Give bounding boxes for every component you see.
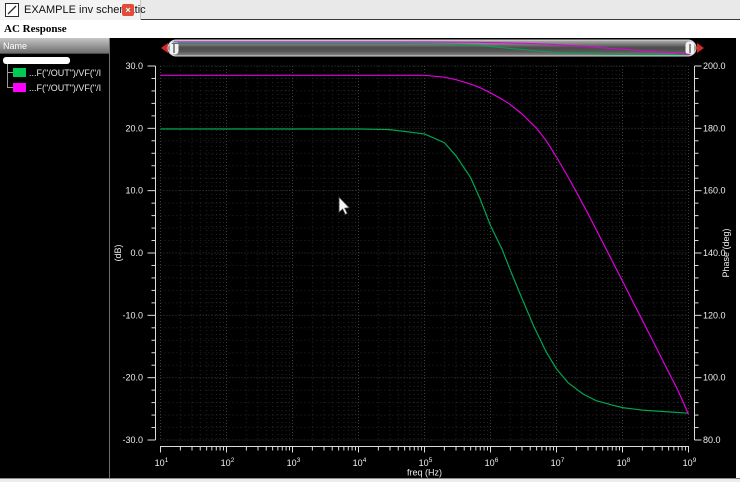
tab-bar: EXAMPLE inv schematic × [0,0,740,20]
plot-panel [110,38,736,478]
legend-label: ...F("/OUT")/VF("/I [29,82,102,93]
phase-swatch-icon [13,83,26,92]
ac-response-window: EXAMPLE inv schematic × AC Response Name… [0,0,740,482]
close-icon[interactable]: × [122,4,134,16]
title-bar: AC Response [0,21,740,38]
document-icon [5,3,19,17]
page-title: AC Response [4,23,67,35]
magnitude-swatch-icon [13,68,26,77]
status-bar [0,478,740,482]
tab-example-inv-schematic[interactable]: EXAMPLE inv schematic × [0,0,146,20]
legend-item-magnitude[interactable]: ...F("/OUT")/VF("/I [13,67,109,78]
legend-tree-line [7,64,8,88]
name-column-header[interactable]: Name [0,38,109,54]
legend-scrollbar-thumb[interactable] [3,57,70,64]
legend-item-phase[interactable]: ...F("/OUT")/VF("/I [13,82,109,93]
legend-label: ...F("/OUT")/VF("/I [29,67,102,78]
signal-list-panel: Name ...F("/OUT")/VF("/I ...F("/OUT")/VF… [0,38,110,478]
